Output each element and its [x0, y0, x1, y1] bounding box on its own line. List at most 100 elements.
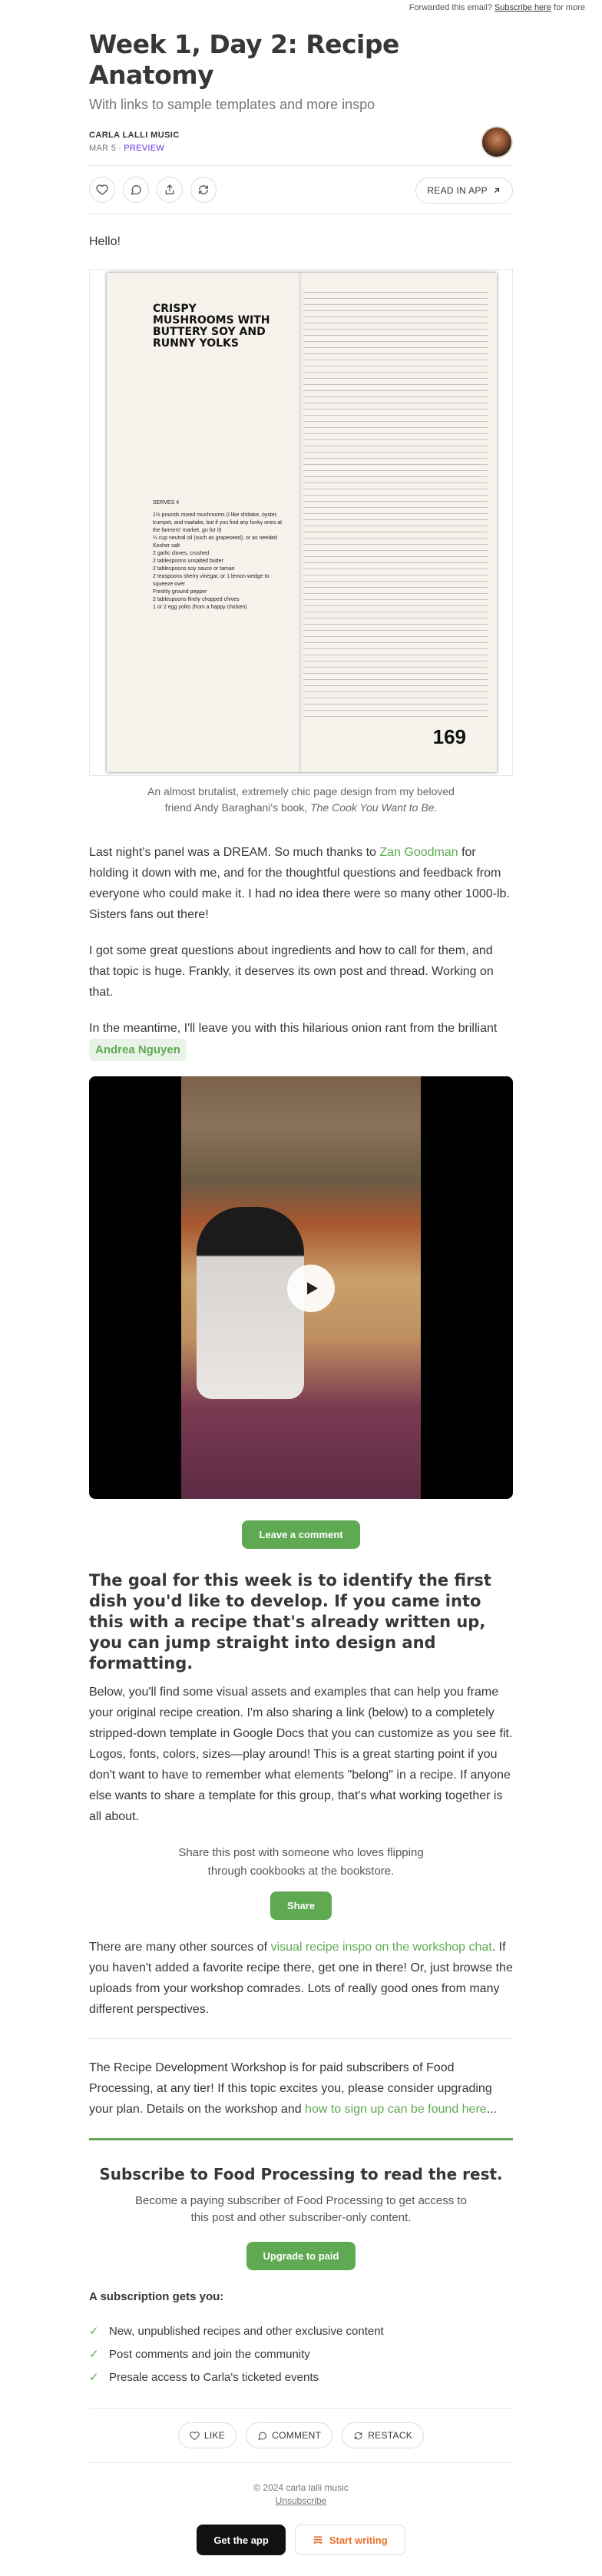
subscription-benefits-title: A subscription gets you: [89, 2290, 224, 2303]
unsubscribe-link[interactable]: Unsubscribe [89, 2495, 513, 2508]
footer-actions: LIKE COMMENT RESTACK [89, 2408, 513, 2463]
paragraph-panel: Last night's panel was a DREAM. So much … [89, 842, 513, 925]
footer-cta: Get the app Start writing [89, 2525, 513, 2555]
paragraph-ingredients: I got some great questions about ingredi… [89, 944, 494, 999]
ingredient: 2 tablespoons unsalted butter [153, 559, 223, 564]
benefit-item: ✓ New, unpublished recipes and other excl… [89, 2320, 513, 2343]
greeting: Hello! [89, 235, 121, 248]
benefit-item: ✓ Post comments and join the community [89, 2343, 513, 2366]
sign-up-link[interactable]: how to sign up can be found here [305, 2103, 487, 2116]
start-writing-label: Start writing [329, 2534, 388, 2546]
read-in-app-button[interactable]: READ IN APP [415, 177, 513, 204]
share-prompt: Share this post with someone who loves f… [178, 1846, 424, 1878]
check-icon: ✓ [89, 2348, 99, 2361]
post-date: MAR 5 [89, 144, 117, 153]
restack-label: RESTACK [368, 2430, 413, 2441]
post-title[interactable]: Week 1, Day 2: Recipe Anatomy [89, 29, 513, 91]
workshop-chat-link[interactable]: visual recipe inspo on the workshop chat [271, 1941, 492, 1954]
footer-copyright: © 2024 carla lalli music Unsubscribe [89, 2482, 513, 2508]
book-page-number: 169 [432, 725, 466, 748]
andrea-nguyen-mention[interactable]: Andrea Nguyen [89, 1039, 187, 1061]
paragraph-text: There are many other sources of [89, 1941, 271, 1954]
paragraph-template: Below, you'll find some visual assets an… [89, 1686, 513, 1823]
paragraph-inspo: There are many other sources of visual r… [89, 1937, 513, 2020]
cookbook-image[interactable]: CRISPY MUSHROOMS WITH BUTTERY SOY AND RU… [89, 269, 513, 776]
book-serves: SERVES 4 [153, 500, 180, 506]
forward-bar: Forwarded this email? Subscribe here for… [0, 0, 602, 15]
footer-like-button[interactable]: LIKE [177, 2422, 237, 2448]
cookbook-spread: CRISPY MUSHROOMS WITH BUTTERY SOY AND RU… [107, 273, 497, 772]
share-button[interactable] [157, 177, 183, 203]
like-label: LIKE [203, 2430, 226, 2441]
author-avatar[interactable] [481, 126, 513, 158]
leave-comment-button[interactable]: Leave a comment [242, 1520, 360, 1549]
divider [89, 2038, 513, 2039]
ingredient: 1½ pounds mixed mushrooms (I like shiita… [153, 512, 283, 533]
comment-icon [258, 2432, 267, 2440]
heart-icon [96, 184, 108, 195]
get-app-button[interactable]: Get the app [197, 2525, 286, 2555]
paragraph-text: Last night's panel was a DREAM. So much … [89, 846, 380, 859]
footer-restack-button[interactable]: RESTACK [342, 2422, 425, 2448]
benefit-text: New, unpublished recipes and other exclu… [109, 2325, 384, 2338]
heart-icon [190, 2431, 200, 2440]
play-button[interactable] [287, 1265, 335, 1312]
ingredient: 2 garlic cloves, crushed [153, 551, 210, 556]
paragraph-workshop: The Recipe Development Workshop is for p… [89, 2057, 513, 2120]
subscribe-link[interactable]: Subscribe here [495, 3, 551, 12]
comment-icon [131, 185, 141, 196]
paragraph-text: In the meantime, I'll leave you with thi… [89, 1022, 498, 1035]
play-icon [307, 1282, 318, 1295]
comment-button[interactable] [123, 177, 149, 203]
subscription-benefits: ✓ New, unpublished recipes and other excl… [89, 2320, 513, 2389]
benefit-text: Post comments and join the community [109, 2348, 310, 2361]
restack-icon [199, 185, 208, 194]
benefit-text: Presale access to Carla's ticketed event… [109, 2371, 319, 2384]
post-meta: MAR 5 ∙ PREVIEW [89, 144, 513, 153]
caption-book-title: The Cook You Want to Be. [310, 801, 438, 814]
section-heading: The goal for this week is to identify th… [89, 1571, 491, 1673]
book-ingredients: SERVES 4 1½ pounds mixed mushrooms (I li… [153, 499, 283, 612]
ingredient: 2 tablespoons finely chopped chives [153, 597, 240, 602]
ingredient: ¼ cup neutral oil (such as grapeseed), o… [153, 535, 277, 541]
paywall-text: Become a paying subscriber of Food Proce… [135, 2194, 467, 2224]
like-button[interactable] [89, 177, 115, 203]
forward-suffix: for more [554, 3, 585, 12]
share-icon [165, 184, 174, 194]
forward-text: Forwarded this email? [408, 3, 492, 12]
footer-comment-button[interactable]: COMMENT [246, 2422, 333, 2448]
ingredient: Kosher salt [153, 543, 180, 549]
restack-icon [354, 2432, 362, 2439]
post-actions: READ IN APP [89, 165, 513, 214]
image-caption: An almost brutalist, extremely chic page… [147, 784, 455, 816]
restack-button[interactable] [190, 177, 217, 203]
author-name[interactable]: CARLA LALLI MUSIC [89, 131, 513, 140]
arrow-up-right-icon [495, 187, 500, 193]
ingredient: Freshly ground pepper [153, 589, 207, 595]
zan-goodman-link[interactable]: Zan Goodman [379, 846, 458, 859]
paywall-title: Subscribe to Food Processing to read the… [99, 2165, 503, 2183]
paragraph-text: ... [486, 2103, 498, 2116]
copyright-text: © 2024 carla lalli music [253, 2482, 349, 2493]
upgrade-button[interactable]: Upgrade to paid [246, 2242, 356, 2270]
ingredient: 1 or 2 egg yolks (from a happy chicken) [153, 605, 247, 610]
start-writing-button[interactable]: Start writing [294, 2525, 405, 2555]
paywall: Subscribe to Food Processing to read the… [89, 2138, 513, 2270]
post-subtitle: With links to sample templates and more … [89, 97, 375, 112]
ingredient: 2 tablespoons soy sauce or tamari [153, 566, 235, 572]
book-recipe-title: CRISPY MUSHROOMS WITH BUTTERY SOY AND RU… [153, 303, 270, 350]
meta-separator: ∙ [118, 144, 121, 153]
writing-icon [313, 2536, 322, 2545]
email-page: Forwarded this email? Subscribe here for… [0, 0, 602, 2576]
video-person [197, 1207, 304, 1399]
paragraph-onion: In the meantime, I'll leave you with thi… [89, 1018, 513, 1061]
benefit-item: ✓ Presale access to Carla's ticketed even… [89, 2366, 513, 2389]
preview-label: PREVIEW [124, 144, 165, 153]
book-method-text [303, 292, 488, 722]
check-icon: ✓ [89, 2325, 99, 2338]
comment-label: COMMENT [272, 2430, 322, 2441]
check-icon: ✓ [89, 2371, 99, 2384]
read-in-app-label: READ IN APP [427, 185, 488, 196]
video-player[interactable] [89, 1076, 513, 1499]
share-post-button[interactable]: Share [270, 1891, 332, 1920]
